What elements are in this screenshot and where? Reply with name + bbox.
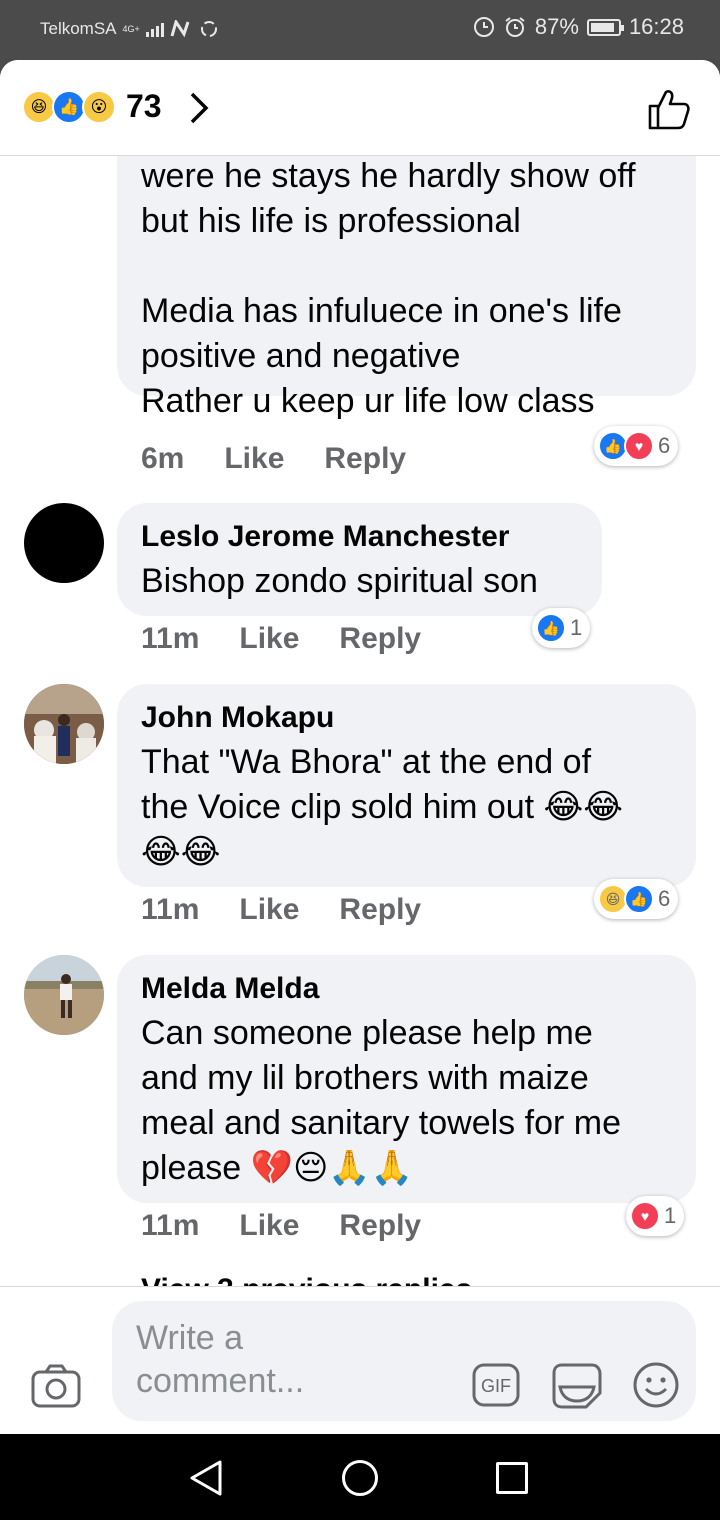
alarm-icon bbox=[505, 17, 525, 37]
comment-actions: 6m Like Reply bbox=[141, 442, 406, 476]
reactions-header: 😆 👍 😮 73 bbox=[0, 60, 720, 156]
comment-bubble[interactable]: Melda Melda Can someone please help me a… bbox=[117, 955, 696, 1203]
comment-list[interactable]: were he stays he hardly show off but his… bbox=[0, 156, 720, 1286]
like-link[interactable]: Like bbox=[239, 893, 299, 927]
comment-time: 11m bbox=[141, 622, 200, 655]
author-name[interactable]: Melda Melda bbox=[141, 967, 672, 1011]
comment-time: 11m bbox=[141, 1209, 200, 1242]
comment-input[interactable]: Write a comment... GIF bbox=[112, 1301, 696, 1421]
reaction-count: 6 bbox=[658, 886, 671, 911]
comment-actions: 11m Like Reply bbox=[141, 893, 421, 927]
avatar[interactable] bbox=[24, 684, 104, 764]
author-name[interactable]: John Mokapu bbox=[141, 696, 672, 740]
comments-sheet: 😆 👍 😮 73 were he stays he hardly show of… bbox=[0, 60, 720, 1434]
reaction-count[interactable]: 73 bbox=[126, 88, 162, 125]
like-icon: 👍 bbox=[536, 613, 566, 643]
navigation-bar bbox=[0, 1434, 720, 1520]
comment-reactions[interactable]: ♥ 1 bbox=[626, 1196, 685, 1236]
comment-bubble[interactable]: John Mokapu That "Wa Bhora" at the end o… bbox=[117, 684, 696, 887]
comment-text: were he stays he hardly show off but his… bbox=[141, 157, 636, 420]
comment-time: 11m bbox=[141, 893, 200, 926]
author-name[interactable]: Leslo Jerome Manchester bbox=[141, 515, 578, 559]
gif-button[interactable]: GIF bbox=[472, 1361, 520, 1409]
emoji-icon[interactable] bbox=[632, 1361, 680, 1409]
sticker-icon[interactable] bbox=[552, 1359, 602, 1411]
avatar-photo bbox=[24, 955, 104, 1035]
reply-link[interactable]: Reply bbox=[339, 893, 421, 927]
chevron-right-icon[interactable] bbox=[186, 88, 214, 128]
reaction-count: 1 bbox=[570, 615, 583, 640]
comment-bubble[interactable]: Leslo Jerome Manchester Bishop zondo spi… bbox=[117, 503, 602, 616]
view-previous-replies-link[interactable]: View 3 previous replies bbox=[141, 1268, 472, 1286]
comment-text: Can someone please help me and my lil br… bbox=[141, 1014, 621, 1187]
clock: 16:28 bbox=[628, 14, 684, 39]
signal-icon bbox=[145, 21, 164, 37]
carrier-label: TelkomSA bbox=[40, 19, 117, 38]
reaction-count: 1 bbox=[664, 1203, 677, 1228]
status-bar: TelkomSA 4G+ 87% 16:28 bbox=[0, 0, 720, 64]
comment-time: 6m bbox=[141, 442, 185, 475]
haha-icon: 😆 bbox=[22, 90, 56, 124]
avatar[interactable] bbox=[24, 955, 104, 1035]
like-link[interactable]: Like bbox=[239, 1209, 299, 1243]
comment-text: That "Wa Bhora" at the end of the Voice … bbox=[141, 743, 624, 871]
back-icon[interactable] bbox=[188, 1458, 224, 1498]
battery-percent: 87% bbox=[534, 14, 579, 39]
reply-link[interactable]: Reply bbox=[339, 622, 421, 656]
like-icon: 👍 bbox=[624, 884, 654, 914]
data-saver-icon bbox=[473, 17, 494, 37]
like-link[interactable]: Like bbox=[239, 622, 299, 656]
reaction-count: 6 bbox=[658, 433, 671, 458]
network-type: 4G+ bbox=[122, 23, 140, 34]
battery-icon bbox=[586, 18, 624, 36]
reply-link[interactable]: Reply bbox=[339, 1209, 421, 1243]
like-link[interactable]: Like bbox=[224, 442, 284, 476]
recents-icon[interactable] bbox=[496, 1462, 528, 1494]
comment-composer: Write a comment... GIF bbox=[0, 1286, 720, 1434]
like-icon: 👍 bbox=[52, 90, 86, 124]
avatar[interactable] bbox=[24, 503, 104, 583]
comment-actions: 11m Like Reply bbox=[141, 622, 421, 656]
nfc-icon bbox=[170, 20, 190, 38]
reaction-summary[interactable]: 😆 👍 😮 bbox=[22, 90, 116, 124]
home-icon[interactable] bbox=[342, 1460, 378, 1496]
wow-icon: 😮 bbox=[82, 90, 116, 124]
sync-icon bbox=[200, 21, 217, 37]
camera-icon[interactable] bbox=[30, 1363, 82, 1409]
comment-text: Bishop zondo spiritual son bbox=[141, 562, 538, 600]
gif-icon: GIF bbox=[472, 1363, 520, 1407]
avatar-photo bbox=[24, 684, 104, 764]
comment-reactions[interactable]: 😆 👍 6 bbox=[594, 879, 679, 919]
comment-reactions[interactable]: 👍 ♥ 6 bbox=[594, 426, 679, 466]
comment-actions: 11m Like Reply bbox=[141, 1209, 421, 1243]
like-post-button[interactable] bbox=[646, 86, 692, 132]
reply-link[interactable]: Reply bbox=[324, 442, 406, 476]
love-icon: ♥ bbox=[630, 1201, 660, 1231]
comment-reactions[interactable]: 👍 1 bbox=[532, 608, 591, 648]
love-icon: ♥ bbox=[624, 431, 654, 461]
comment-placeholder: Write a comment... bbox=[136, 1319, 305, 1400]
comment-bubble[interactable]: were he stays he hardly show off but his… bbox=[117, 156, 696, 420]
status-right: 87% 16:28 bbox=[473, 14, 684, 40]
status-left: TelkomSA 4G+ bbox=[40, 18, 220, 40]
gif-label: GIF bbox=[481, 1376, 511, 1396]
